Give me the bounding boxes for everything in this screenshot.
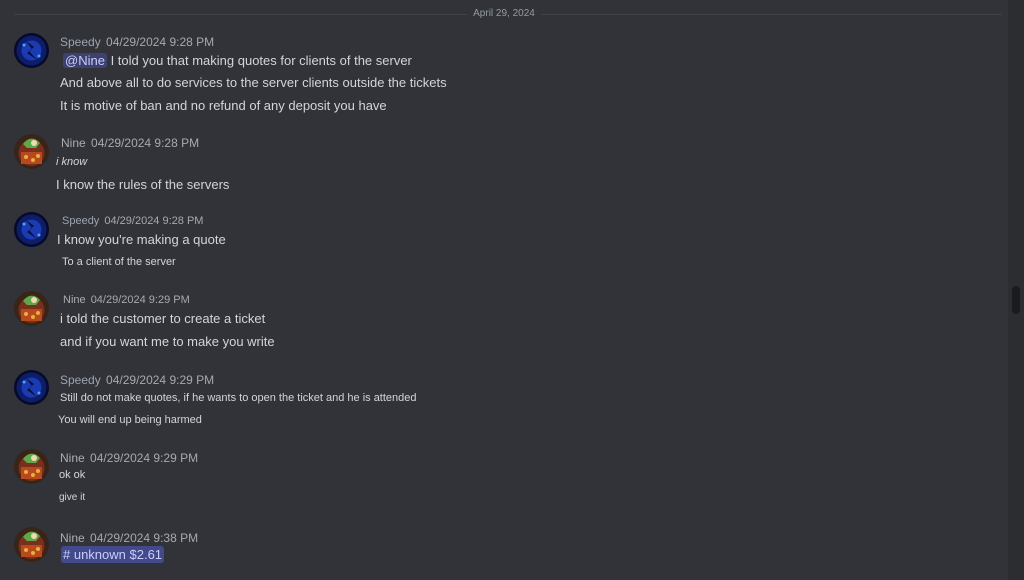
message: Nine 04/29/2024 9:38 PM # unknown $2.61: [0, 0, 1000, 575]
message-author[interactable]: Nine: [60, 531, 85, 545]
scrollbar-thumb[interactable]: [1012, 286, 1020, 314]
scrollbar[interactable]: [1008, 0, 1024, 580]
nine-avatar-image: [14, 527, 49, 562]
channel-mention[interactable]: # unknown $2.61: [61, 546, 165, 563]
chat-messages-area: April 29, 2024 Speedy 04/29/2024 9:28 PM…: [0, 0, 1008, 580]
nine-avatar[interactable]: [14, 527, 49, 562]
message-timestamp: 04/29/2024 9:38 PM: [90, 531, 199, 545]
